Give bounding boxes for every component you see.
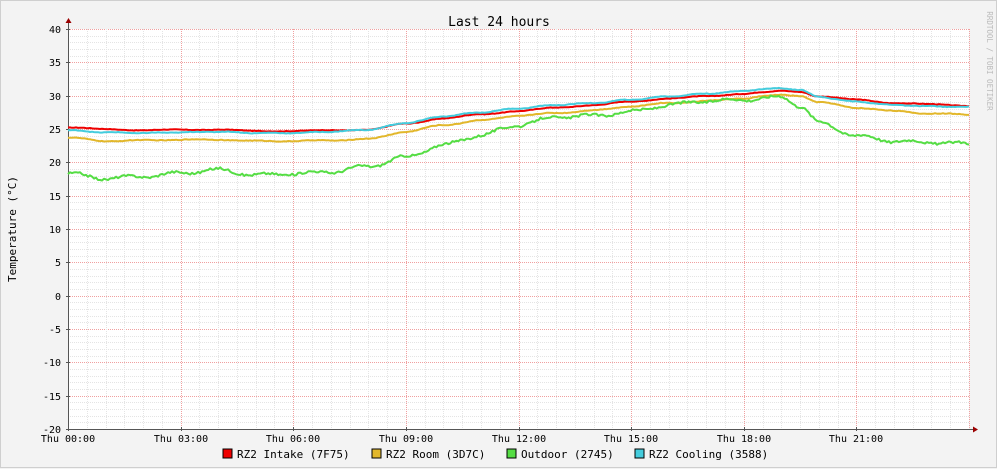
x-tick-label: Thu 09:00 (379, 434, 433, 445)
x-tick-label: Thu 12:00 (492, 434, 546, 445)
y-tick-label: -5 (49, 325, 61, 336)
legend-entry: RZ2 Cooling (3588) (649, 448, 768, 461)
y-tick-label: 10 (49, 225, 61, 236)
x-tick-label: Thu 18:00 (717, 434, 771, 445)
x-tick-labels: Thu 00:00 Thu 03:00 Thu 06:00 Thu 09:00 Thu … (41, 434, 883, 445)
legend-entry: RZ2 Room (3D7C) (386, 448, 485, 461)
legend-swatch (371, 448, 382, 459)
y-tick-label: 15 (49, 192, 61, 203)
y-tick-label: 25 (49, 125, 61, 136)
y-axis-label: Temperature (°C) (6, 176, 19, 282)
chart-frame: 40 35 30 25 20 15 10 5 0 -5 -10 -15 -20 Thu 00:00 Thu… (0, 0, 997, 468)
watermark: RRDTOOL / TOBI OETIKER (985, 11, 994, 111)
x-tick-label: Thu 00:00 (41, 434, 95, 445)
legend-entry: RZ2 Intake (7F75) (237, 448, 350, 461)
y-tick-label: -15 (43, 392, 61, 403)
legend-swatch (506, 448, 517, 459)
y-tick-label: 20 (49, 158, 61, 169)
y-tick-label: 40 (49, 25, 61, 36)
y-axis-arrow (65, 18, 72, 23)
legend-entry: Outdoor (2745) (521, 448, 614, 461)
x-tick-label: Thu 15:00 (604, 434, 658, 445)
x-axis-arrow (973, 426, 978, 433)
y-tick-label: 35 (49, 58, 61, 69)
y-tick-label: 30 (49, 92, 61, 103)
x-tick-label: Thu 03:00 (154, 434, 208, 445)
legend: RZ2 Intake (7F75) RZ2 Room (3D7C) Outdoor … (222, 448, 768, 461)
legend-swatch (634, 448, 645, 459)
y-tick-label: -10 (43, 358, 61, 369)
y-tick-label: 5 (55, 258, 61, 269)
x-tick-label: Thu 21:00 (829, 434, 883, 445)
chart-title: Last 24 hours (448, 15, 550, 30)
x-tick-label: Thu 06:00 (266, 434, 320, 445)
legend-swatch (222, 448, 233, 459)
line-chart: 4035302520151050-5-10-15-20 Thu 00:00 Thu… (6, 11, 994, 461)
y-tick-labels: 4035302520151050-5-10-15-20 (43, 25, 61, 436)
y-tick-label: 0 (55, 292, 61, 303)
